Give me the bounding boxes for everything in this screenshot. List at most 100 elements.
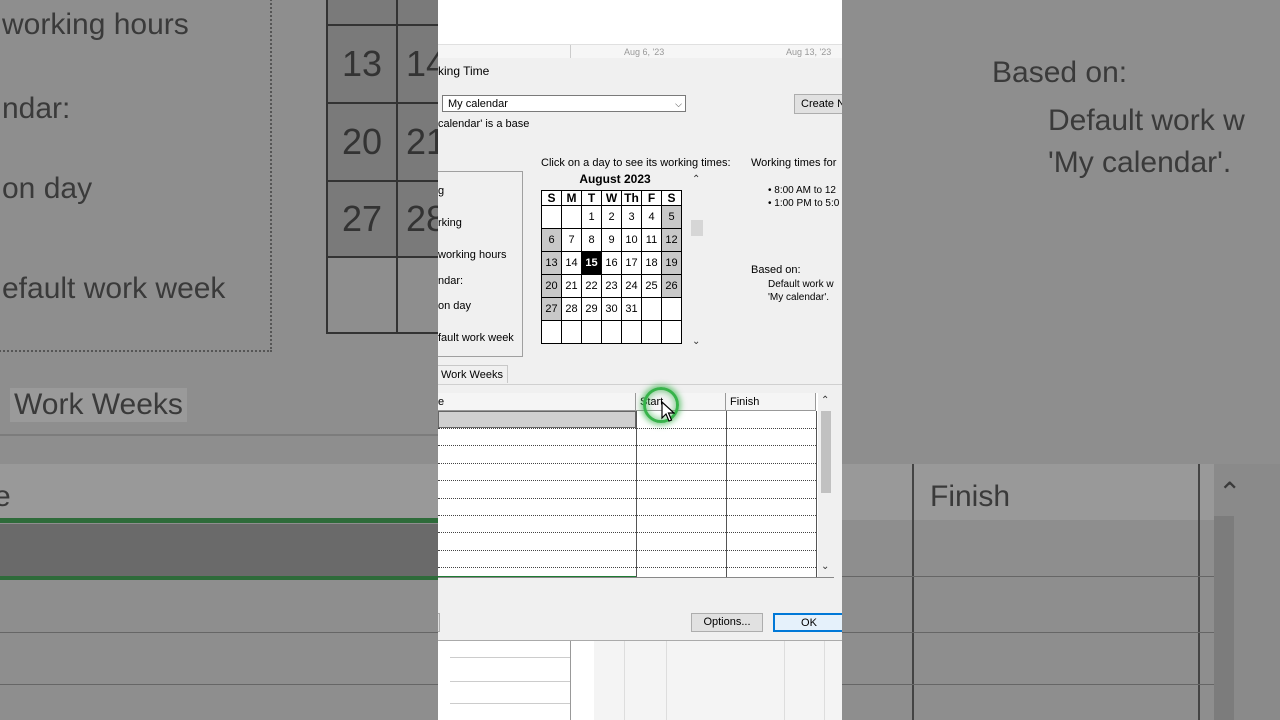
calendar-day[interactable]: 8 — [581, 228, 602, 252]
table-row[interactable] — [438, 463, 816, 482]
bg-scroll-thumb — [1214, 516, 1234, 720]
calendar-day[interactable]: 11 — [641, 228, 662, 252]
bg-cal-cell: 27 — [326, 180, 398, 258]
working-time-2: • 1:00 PM to 5:0 — [768, 198, 840, 209]
bg-cal-cell — [396, 256, 438, 334]
calendar-day[interactable]: 20 — [541, 274, 562, 298]
bg-cal-cell: 14 — [396, 24, 438, 104]
calendar-empty-cell — [661, 320, 682, 344]
bg-divider — [0, 434, 438, 436]
month-calendar: August 2023 S M T W Th F S 1 2 3 4 5 6 7 8 9 10 11 12 13 14 1… — [541, 170, 689, 352]
gantt-column — [624, 641, 625, 720]
calendar-day[interactable]: 9 — [601, 228, 622, 252]
based-on-label: Based on: — [751, 264, 801, 276]
calendar-day[interactable]: 21 — [561, 274, 582, 298]
bg-tab-work-weeks: Work Weeks — [10, 388, 187, 422]
column-divider — [726, 411, 727, 577]
column-header-finish[interactable]: Finish — [726, 393, 816, 411]
table-row[interactable] — [438, 428, 816, 447]
calendar-day[interactable]: 23 — [601, 274, 622, 298]
bg-cal-cell: 21 — [396, 102, 438, 182]
dialog-title: king Time — [438, 64, 490, 78]
calendar-month-title: August 2023 — [579, 172, 651, 186]
bg-based-on-label: Based on: — [992, 56, 1128, 89]
table-row[interactable] — [438, 515, 816, 534]
calendar-day[interactable]: 24 — [621, 274, 642, 298]
weekday-header: M — [561, 190, 582, 206]
calendar-day[interactable]: 31 — [621, 297, 642, 321]
partial-button[interactable] — [438, 613, 440, 632]
calendar-day[interactable]: 5 — [661, 205, 682, 229]
gantt-column — [824, 641, 825, 720]
calendar-day[interactable]: 4 — [641, 205, 662, 229]
table-row[interactable] — [438, 411, 816, 429]
ok-button[interactable]: OK — [773, 613, 842, 632]
app-background-bottom — [438, 641, 842, 720]
calendar-day[interactable]: 16 — [601, 251, 622, 275]
calendar-empty-cell — [581, 320, 602, 344]
calendar-scroll-thumb[interactable] — [691, 220, 703, 236]
table-row[interactable] — [438, 481, 816, 499]
calendar-day[interactable]: 15 — [581, 251, 602, 275]
calendar-day[interactable]: 12 — [661, 228, 682, 252]
calendar-day[interactable]: 19 — [661, 251, 682, 275]
name-cell[interactable] — [438, 446, 636, 463]
chevron-up-icon[interactable]: ⌃ — [821, 395, 829, 406]
calendar-day[interactable]: 30 — [601, 297, 622, 321]
calendar-day[interactable]: 28 — [561, 297, 582, 321]
app-background-top: Aug 6, '23 Aug 13, '23 — [438, 0, 842, 59]
bg-cal-cell — [396, 0, 438, 26]
name-cell[interactable] — [438, 498, 636, 515]
name-cell[interactable] — [438, 428, 636, 445]
background-right-zoom: Based on: Default work w 'My calendar'. … — [842, 0, 1280, 720]
bg-cal-cell — [326, 0, 398, 26]
calendar-select[interactable]: My calendar ⌵ — [442, 95, 686, 112]
table-row[interactable] — [438, 498, 816, 516]
calendar-day[interactable]: 7 — [561, 228, 582, 252]
legend-item-on-calendar: ndar: — [438, 275, 464, 287]
calendar-day[interactable]: 26 — [661, 274, 682, 298]
chevron-down-icon[interactable]: ⌄ — [821, 561, 829, 572]
bg-table-header — [0, 464, 438, 520]
table-scrollbar[interactable]: ⌃ ⌄ — [818, 393, 834, 577]
calendar-day[interactable]: 1 — [581, 205, 602, 229]
table-row[interactable] — [438, 533, 816, 551]
calendar-day[interactable]: 29 — [581, 297, 602, 321]
calendar-scrollbar[interactable]: ⌃ ⌄ — [690, 174, 704, 352]
calendar-day[interactable]: 6 — [541, 228, 562, 252]
name-cell[interactable] — [438, 515, 636, 532]
calendar-day[interactable]: 25 — [641, 274, 662, 298]
calendar-day[interactable]: 14 — [561, 251, 582, 275]
calendar-day[interactable]: 10 — [621, 228, 642, 252]
weekday-header: F — [641, 190, 662, 206]
mouse-cursor-icon — [661, 401, 675, 422]
gantt-area — [594, 641, 842, 720]
chevron-down-icon[interactable]: ⌄ — [692, 336, 700, 347]
legend-item-nonworking: rking — [438, 217, 462, 229]
tab-divider — [438, 384, 842, 385]
calendar-day[interactable]: 13 — [541, 251, 562, 275]
calendar-day[interactable]: 2 — [601, 205, 622, 229]
table-row[interactable] — [438, 446, 816, 464]
calendar-day[interactable]: 18 — [641, 251, 662, 275]
name-cell[interactable] — [438, 463, 636, 480]
calendar-empty-cell — [541, 320, 562, 344]
chevron-up-icon[interactable]: ⌃ — [692, 174, 700, 185]
calendar-day[interactable]: 3 — [621, 205, 642, 229]
column-header-name[interactable]: e — [438, 393, 636, 411]
table-scroll-thumb[interactable] — [821, 411, 831, 493]
calendar-day[interactable]: 17 — [621, 251, 642, 275]
name-cell[interactable] — [438, 533, 636, 550]
name-cell[interactable] — [438, 481, 636, 498]
create-new-calendar-button[interactable]: Create N — [794, 94, 842, 114]
timescale-bar: Aug 6, '23 Aug 13, '23 — [438, 44, 842, 59]
options-button[interactable]: Options... — [691, 613, 763, 632]
table-row[interactable] — [438, 550, 816, 569]
name-cell[interactable] — [438, 411, 636, 428]
bg-gridline — [0, 632, 438, 633]
tab-work-weeks[interactable]: Work Weeks — [438, 365, 508, 383]
name-cell[interactable] — [438, 550, 636, 567]
legend-item-exception-day: on day — [438, 300, 472, 312]
calendar-day[interactable]: 27 — [541, 297, 562, 321]
calendar-day[interactable]: 22 — [581, 274, 602, 298]
